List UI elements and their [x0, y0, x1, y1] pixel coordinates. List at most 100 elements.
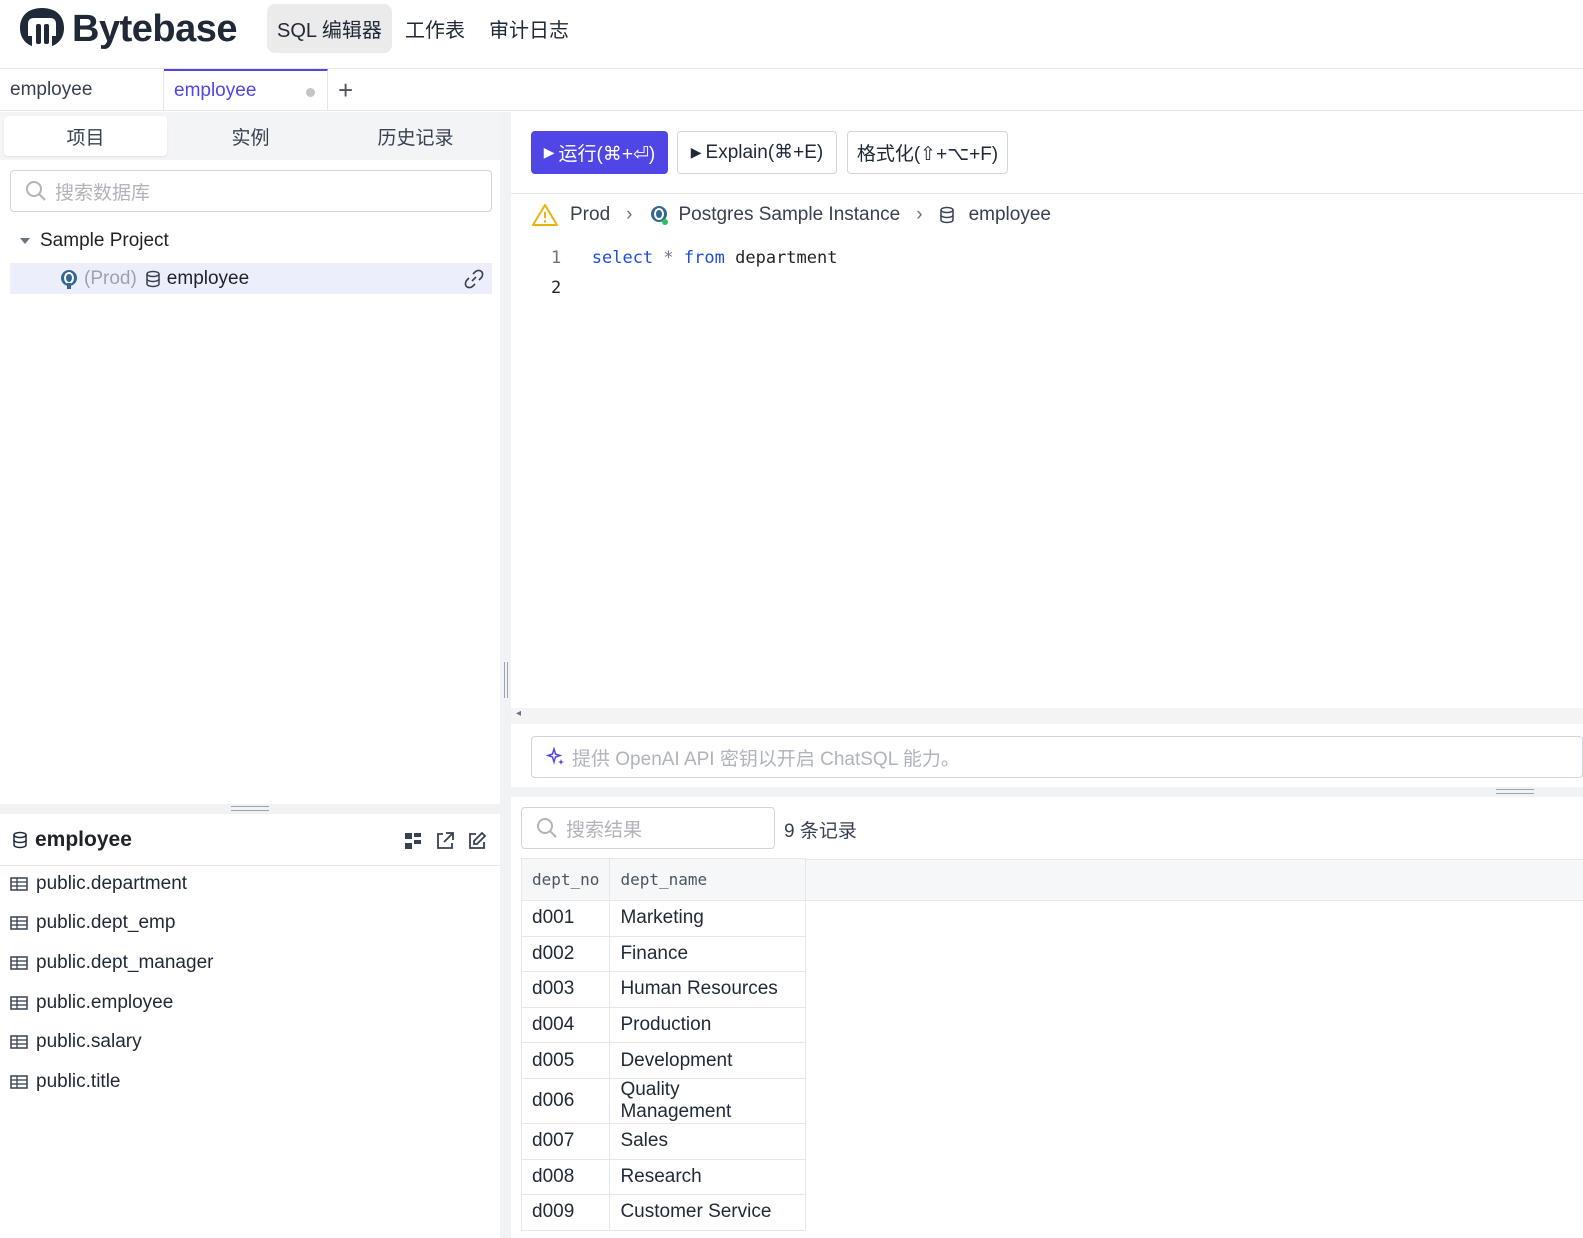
db-env-label: (Prod) [84, 267, 137, 289]
line-number: 2 [551, 278, 562, 298]
nav-tab-audit-log[interactable]: 审计日志 [479, 4, 579, 53]
nav-tab-sql-editor[interactable]: SQL 编辑器 [267, 4, 392, 53]
breadcrumb: Prod › Postgres Sample Instance › employ… [532, 200, 1051, 230]
search-icon [537, 818, 557, 838]
vertical-splitter[interactable] [500, 112, 511, 1238]
editor-tab-label: employee [10, 79, 93, 100]
edit-icon[interactable] [467, 831, 487, 851]
logo-text: Bytebase [72, 7, 237, 50]
bytebase-logo-icon [20, 8, 64, 46]
cell[interactable]: d008 [520, 1158, 611, 1196]
run-button[interactable]: ▶ 运行(⌘+⏎) [531, 131, 668, 174]
splitter-handle[interactable] [1496, 789, 1534, 794]
code-editor[interactable]: 1 select * from department 2 [511, 240, 1583, 708]
search-icon [26, 181, 46, 201]
code-line-1: 1 select * from department [551, 248, 837, 268]
table-item[interactable]: public.title [10, 1071, 121, 1093]
table-item[interactable]: public.department [10, 873, 187, 895]
editor-tab-active[interactable]: employee [164, 69, 328, 111]
project-name: Sample Project [40, 230, 169, 251]
table-row: d004 Production [520, 1006, 807, 1044]
breadcrumb-instance[interactable]: Postgres Sample Instance [678, 204, 900, 226]
external-link-icon[interactable] [435, 831, 455, 851]
tab-instances[interactable]: 实例 [169, 116, 332, 156]
cell[interactable]: Research [609, 1158, 807, 1196]
play-icon: ▶ [690, 144, 702, 160]
database-icon [13, 831, 27, 848]
table-item[interactable]: public.dept_emp [10, 912, 175, 934]
link-icon[interactable] [464, 269, 484, 289]
tree-project-row[interactable]: Sample Project [18, 227, 169, 255]
column-header[interactable]: dept_name [609, 858, 807, 901]
table-icon [10, 916, 28, 930]
tree-database-row[interactable]: (Prod) employee [10, 263, 492, 294]
format-button[interactable]: 格式化(⇧+⌥+F) [847, 131, 1008, 174]
results-search-placeholder: 搜索结果 [566, 819, 643, 841]
cell[interactable]: d003 [520, 971, 611, 1008]
schema-header: employee [0, 814, 500, 866]
splitter-handle[interactable] [504, 662, 508, 698]
database-search-input[interactable]: 搜索数据库 [10, 170, 492, 212]
chatsql-input[interactable]: 提供 OpenAI API 密钥以开启 ChatSQL 能力。 [531, 736, 1583, 778]
cell[interactable]: d005 [520, 1042, 611, 1079]
cell[interactable]: d004 [520, 1006, 611, 1044]
run-button-label: 运行(⌘+⏎) [558, 144, 656, 165]
cell[interactable]: Marketing [609, 900, 807, 937]
cell[interactable]: Production [609, 1006, 807, 1044]
editor-tab[interactable]: employee [0, 69, 164, 111]
results-splitter[interactable] [511, 787, 1583, 797]
add-tab-button[interactable]: + [338, 75, 353, 106]
breadcrumb-env[interactable]: Prod [570, 204, 610, 226]
explain-button[interactable]: ▶ Explain(⌘+E) [677, 131, 837, 174]
postgres-icon [61, 269, 77, 289]
table-item[interactable]: public.salary [10, 1031, 142, 1053]
top-navbar: Bytebase SQL 编辑器 工作表 审计日志 [0, 0, 1583, 69]
table-name: public.employee [36, 992, 174, 1013]
chevron-right-icon: › [626, 204, 633, 225]
unsaved-dot-icon [306, 88, 315, 97]
results-search-input[interactable]: 搜索结果 [521, 807, 775, 849]
cell[interactable]: Human Resources [609, 971, 807, 1008]
table-row: d007 Sales [520, 1122, 807, 1160]
scroll-left-icon[interactable]: ◂ [516, 708, 521, 719]
tab-projects[interactable]: 项目 [4, 116, 167, 156]
schema-title: employee [35, 827, 132, 851]
warning-icon [532, 204, 558, 226]
editor-scrollbar[interactable]: ◂ [511, 708, 1583, 724]
caret-down-icon [20, 238, 30, 244]
cell[interactable]: Sales [609, 1122, 807, 1160]
table-row: d006 Quality Management [520, 1077, 807, 1124]
table-row: d002 Finance [520, 935, 807, 973]
cell[interactable]: d001 [520, 900, 611, 937]
table-item[interactable]: public.dept_manager [10, 952, 213, 974]
postgres-icon [651, 206, 669, 225]
table-name: public.department [36, 873, 188, 894]
column-header[interactable]: dept_no [520, 858, 611, 901]
cell[interactable]: Customer Service [609, 1194, 807, 1231]
bytebase-logo[interactable]: Bytebase [18, 6, 237, 52]
cell[interactable]: Finance [609, 935, 807, 973]
table-name: public.dept_manager [36, 952, 214, 973]
table-name: public.salary [36, 1031, 142, 1052]
table-item[interactable]: public.employee [10, 992, 173, 1014]
explain-button-label: Explain(⌘+E) [705, 142, 824, 163]
database-icon [146, 270, 160, 287]
cell[interactable]: d009 [520, 1194, 611, 1231]
breadcrumb-database[interactable]: employee [969, 204, 1051, 226]
cell[interactable]: d006 [520, 1077, 611, 1124]
play-icon: ▶ [543, 144, 555, 160]
nav-tab-worksheet[interactable]: 工作表 [395, 4, 475, 53]
code-star: * [663, 248, 674, 268]
splitter-handle[interactable] [231, 806, 269, 811]
sparkle-icon [546, 747, 564, 765]
table-icon [10, 996, 28, 1010]
cell[interactable]: Development [609, 1042, 807, 1079]
db-name: employee [166, 267, 250, 289]
results-header-filler [802, 859, 1583, 901]
left-splitter[interactable] [0, 804, 500, 814]
cell[interactable]: d002 [520, 935, 611, 973]
cell[interactable]: d007 [520, 1122, 611, 1160]
cell[interactable]: Quality Management [609, 1077, 807, 1124]
tab-history[interactable]: 历史记录 [334, 116, 497, 156]
schema-diagram-icon[interactable] [403, 831, 423, 851]
